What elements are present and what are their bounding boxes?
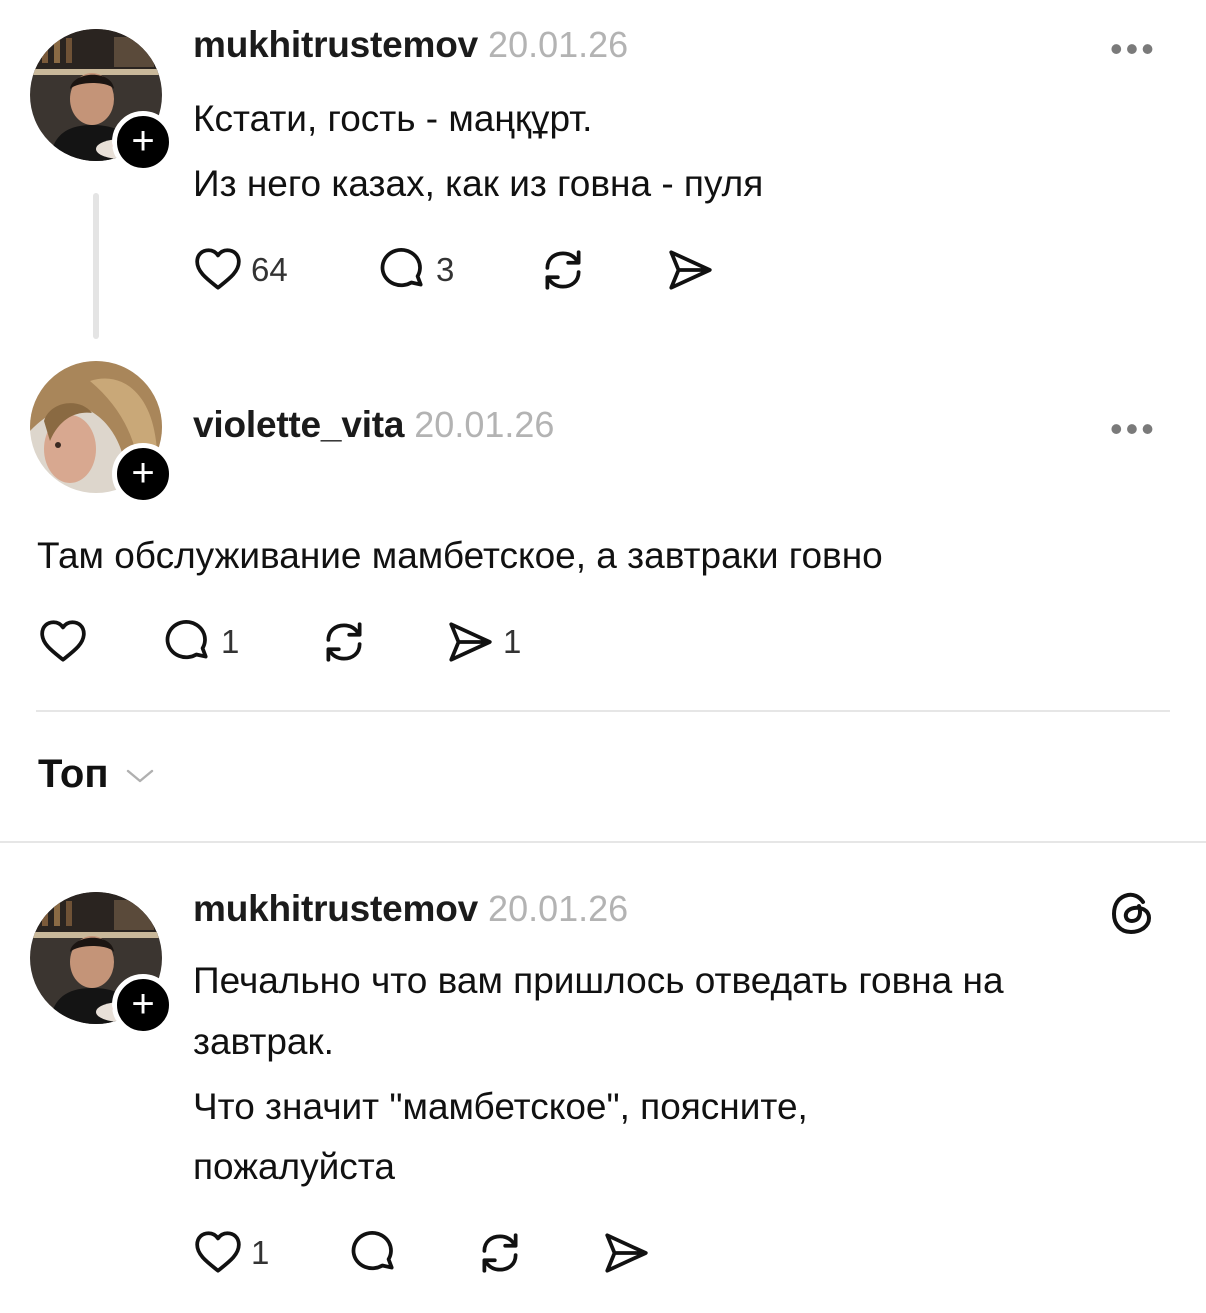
follow-plus-icon: + <box>131 981 155 1026</box>
repost-button[interactable] <box>538 245 588 295</box>
follow-plus-icon: + <box>131 450 155 495</box>
like-count: 64 <box>251 251 288 288</box>
timestamp: 20.01.26 <box>414 404 555 445</box>
follow-plus-icon: + <box>131 118 155 163</box>
comment-header: violette_vita 20.01.26 <box>193 404 554 446</box>
divider <box>0 841 1206 843</box>
threads-logo-icon[interactable] <box>1108 888 1158 938</box>
thread-line <box>93 193 99 339</box>
repost-button[interactable] <box>475 1228 525 1278</box>
divider <box>36 710 1170 712</box>
share-button[interactable] <box>601 1228 651 1278</box>
reply-count: 1 <box>221 623 240 660</box>
comment-header: mukhitrustemov 20.01.26 <box>193 888 628 930</box>
timestamp: 20.01.26 <box>488 24 629 65</box>
repost-icon <box>538 245 588 295</box>
username[interactable]: violette_vita <box>193 404 404 446</box>
repost-icon <box>475 1228 525 1278</box>
timestamp: 20.01.26 <box>488 888 629 929</box>
repost-icon <box>319 617 369 667</box>
heart-icon <box>38 617 88 667</box>
comment-text-line: Кстати, гость - маңқұрт. <box>193 98 593 139</box>
comment-text-line: Печально что вам пришлось отведать говна… <box>193 960 1004 1001</box>
comment-text-line: пожалуйста <box>193 1146 395 1187</box>
follow-button[interactable]: + <box>112 111 174 173</box>
heart-icon <box>193 1228 243 1278</box>
repost-button[interactable] <box>319 617 369 667</box>
share-button[interactable]: 1 <box>445 617 521 667</box>
like-button[interactable] <box>38 617 96 667</box>
username[interactable]: mukhitrustemov <box>193 24 478 66</box>
like-count: 1 <box>251 1234 270 1271</box>
follow-button[interactable]: + <box>112 443 174 505</box>
comment-text-line: завтрак. <box>193 1021 334 1062</box>
comment-text-line: Из него казах, как из говна - пуля <box>193 163 764 204</box>
share-icon <box>665 245 715 295</box>
chevron-down-icon <box>126 769 153 782</box>
share-button[interactable] <box>665 245 715 295</box>
like-button[interactable]: 1 <box>193 1228 269 1278</box>
share-icon <box>445 617 495 667</box>
reply-button[interactable]: 3 <box>378 245 454 295</box>
reply-button[interactable]: 1 <box>163 617 239 667</box>
comment-icon <box>349 1228 399 1278</box>
comment-icon <box>378 245 428 295</box>
sort-label: Топ <box>38 752 109 796</box>
heart-icon <box>193 245 243 295</box>
comment-icon <box>163 617 213 667</box>
like-button[interactable]: 64 <box>193 245 288 295</box>
reply-button[interactable] <box>349 1228 399 1278</box>
share-icon <box>601 1228 651 1278</box>
follow-button[interactable]: + <box>112 974 174 1036</box>
username[interactable]: mukhitrustemov <box>193 888 478 930</box>
comment-header: mukhitrustemov 20.01.26 <box>193 24 628 66</box>
share-count: 1 <box>503 623 522 660</box>
reply-count: 3 <box>436 251 455 288</box>
comment-text-line: Там обслуживание мамбетское, а завтраки … <box>37 535 883 576</box>
more-icon[interactable]: ••• <box>1110 28 1157 70</box>
more-icon[interactable]: ••• <box>1110 408 1157 450</box>
comment-text-line: Что значит "мамбетское", поясните, <box>193 1086 808 1127</box>
sort-dropdown[interactable]: Топ <box>38 752 155 797</box>
